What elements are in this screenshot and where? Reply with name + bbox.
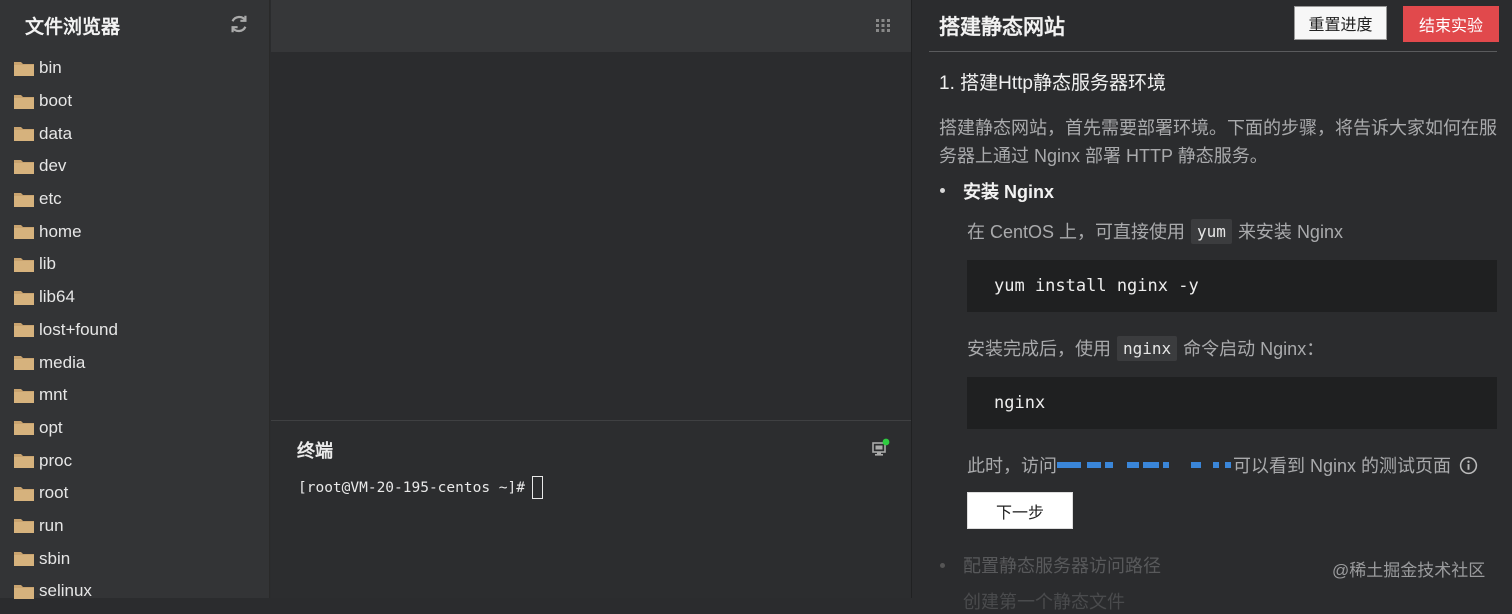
file-name: mnt — [39, 385, 68, 405]
file-item[interactable]: sbin — [0, 542, 270, 575]
inline-code-nginx: nginx — [1117, 335, 1178, 361]
bullet-configure-path: 配置静态服务器访问路径 — [963, 556, 1161, 576]
folder-icon — [14, 519, 34, 534]
folder-icon — [14, 552, 34, 567]
file-item[interactable]: dev — [0, 150, 270, 183]
folder-icon — [14, 388, 34, 403]
file-name: selinux — [39, 581, 92, 601]
folder-icon — [14, 356, 34, 371]
reset-progress-button[interactable]: 重置进度 — [1294, 6, 1387, 40]
file-name: run — [39, 515, 64, 535]
folder-icon — [14, 94, 34, 109]
file-item[interactable]: run — [0, 510, 270, 543]
file-name: boot — [39, 91, 73, 111]
instruction-text: 命令启动 Nginx： — [1183, 339, 1325, 359]
file-name: proc — [39, 450, 73, 470]
file-name: root — [39, 483, 69, 503]
file-item[interactable]: lib — [0, 248, 270, 281]
file-name: bin — [39, 58, 62, 78]
bullet-create-file: 创建第一个静态文件 — [963, 592, 1125, 612]
file-item[interactable]: lib64 — [0, 281, 270, 314]
file-item[interactable]: media — [0, 346, 270, 379]
file-item[interactable]: etc — [0, 183, 270, 216]
file-name: media — [39, 352, 86, 372]
info-icon[interactable] — [1459, 456, 1478, 475]
instruction-text: 此时，访问 — [967, 456, 1057, 476]
file-name: opt — [39, 417, 63, 437]
code-block-start[interactable]: nginx — [967, 377, 1497, 429]
folder-icon — [14, 454, 34, 469]
file-name: sbin — [39, 548, 71, 568]
inline-code-yum: yum — [1191, 218, 1232, 244]
file-item[interactable]: opt — [0, 412, 270, 445]
file-name: home — [39, 221, 82, 241]
terminal-connected-icon — [872, 438, 890, 456]
file-item[interactable]: home — [0, 215, 270, 248]
step-heading: 1. 搭建Http静态服务器环境 — [939, 73, 1166, 94]
file-browser-title: 文件浏览器 — [25, 17, 121, 38]
tutorial-panel: 搭建静态网站 重置进度 结束实验 1. 搭建Http静态服务器环境 搭建静态网站… — [911, 0, 1512, 612]
folder-icon — [14, 127, 34, 142]
file-name: etc — [39, 189, 62, 209]
file-item[interactable]: boot — [0, 85, 270, 118]
workspace-panel: 终端 [root@VM-20-195-centos ~]# — [271, 0, 911, 598]
redacted-ip-link[interactable] — [1057, 456, 1233, 474]
bullet-dot — [940, 563, 945, 568]
instruction-line-1: 在 CentOS 上，可直接使用 yum 来安装 Nginx — [967, 218, 1343, 244]
file-item[interactable]: selinux — [0, 575, 270, 608]
file-name: dev — [39, 156, 67, 176]
terminal-title: 终端 — [297, 441, 333, 461]
terminal-cursor — [531, 476, 543, 499]
instruction-text: 安装完成后，使用 — [967, 339, 1111, 359]
folder-icon — [14, 225, 34, 240]
file-name: lost+found — [39, 319, 118, 339]
folder-icon — [14, 584, 34, 599]
file-item[interactable]: lost+found — [0, 314, 270, 347]
instruction-text: 来安装 Nginx — [1237, 222, 1343, 242]
folder-icon — [14, 323, 34, 338]
file-item[interactable]: bin — [0, 52, 270, 85]
file-item[interactable]: mnt — [0, 379, 270, 412]
instruction-text: 可以看到 Nginx 的测试页面 — [1233, 456, 1452, 476]
file-name: data — [39, 123, 73, 143]
tutorial-divider — [929, 51, 1497, 52]
file-item[interactable]: root — [0, 477, 270, 510]
code-block-install[interactable]: yum install nginx -y — [967, 260, 1497, 312]
editor-toolbar — [271, 0, 911, 52]
intro-paragraph: 搭建静态网站，首先需要部署环境。下面的步骤，将告诉大家如何在服务器上通过 Ngi… — [939, 118, 1497, 166]
end-lab-button[interactable]: 结束实验 — [1403, 6, 1499, 42]
grid-menu-icon[interactable] — [876, 18, 890, 32]
folder-icon — [14, 290, 34, 305]
file-browser-panel: 文件浏览器 bin boot data dev etc home lib lib64 lost+… — [0, 0, 270, 600]
folder-icon — [14, 61, 34, 76]
instruction-line-2: 安装完成后，使用 nginx 命令启动 Nginx： — [967, 335, 1324, 361]
folder-icon — [14, 257, 34, 272]
file-name: lib64 — [39, 287, 75, 307]
next-step-button[interactable]: 下一步 — [967, 492, 1073, 529]
file-list: bin boot data dev etc home lib lib64 lost+found m… — [0, 52, 270, 608]
instruction-line-3: 此时，访问 可以看到 Nginx 的测试页面 — [967, 452, 1478, 478]
bullet-dot — [940, 188, 945, 193]
file-item[interactable]: data — [0, 117, 270, 150]
watermark: @稀土掘金技术社区 — [1332, 561, 1486, 580]
file-item[interactable]: proc — [0, 444, 270, 477]
folder-icon — [14, 421, 34, 436]
terminal-prompt-line[interactable]: [root@VM-20-195-centos ~]# — [298, 476, 543, 499]
terminal-prompt: [root@VM-20-195-centos ~]# — [298, 479, 525, 496]
tutorial-title: 搭建静态网站 — [939, 16, 1065, 39]
folder-icon — [14, 159, 34, 174]
file-name: lib — [39, 254, 57, 274]
instruction-text: 在 CentOS 上，可直接使用 — [967, 222, 1186, 242]
folder-icon — [14, 192, 34, 207]
terminal-divider[interactable] — [271, 420, 911, 421]
refresh-icon[interactable] — [228, 13, 250, 35]
editor-area[interactable] — [271, 52, 911, 420]
bullet-install-nginx: 安装 Nginx — [963, 182, 1055, 202]
folder-icon — [14, 486, 34, 501]
